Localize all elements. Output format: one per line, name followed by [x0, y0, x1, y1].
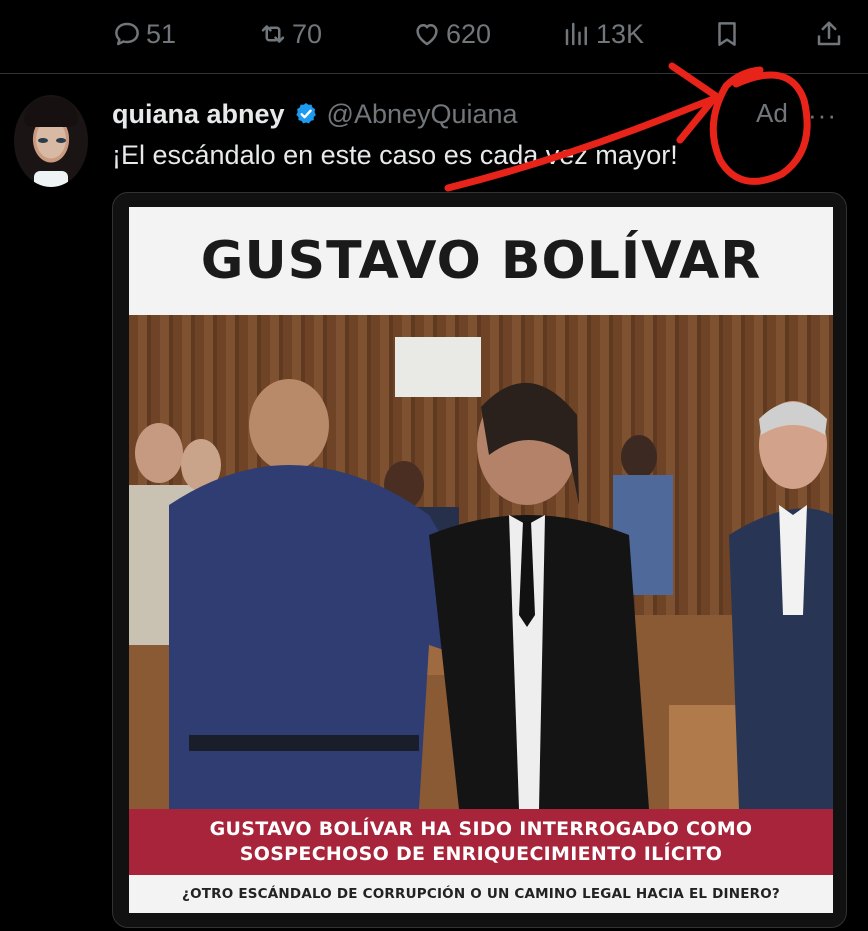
- bookmark-button[interactable]: [712, 14, 742, 54]
- avatar[interactable]: [14, 95, 88, 187]
- courtroom-photo: [129, 315, 833, 809]
- like-count: 620: [446, 18, 492, 49]
- spectator-head: [135, 423, 183, 483]
- reply-count: 51: [146, 18, 177, 49]
- annotation-arrow-head: [668, 62, 720, 144]
- share-button[interactable]: [814, 14, 844, 54]
- views-button[interactable]: 13K: [562, 14, 644, 54]
- poster-subcaption: ¿OTRO ESCÁNDALO DE CORRUPCIÓN O UN CAMIN…: [182, 886, 780, 902]
- courtroom-scene: [129, 379, 833, 809]
- repost-button[interactable]: 70: [258, 14, 322, 54]
- ad-label: Ad: [756, 98, 788, 128]
- officer-belt: [189, 735, 419, 751]
- avatar-shirt: [34, 171, 68, 187]
- tweet-text: ¡El escándalo en este caso es cada vez m…: [112, 140, 678, 170]
- reply-button[interactable]: 51: [112, 14, 176, 54]
- officer-head: [249, 379, 329, 471]
- like-icon: [416, 24, 438, 46]
- right-man-shirt: [779, 505, 807, 615]
- repost-count: 70: [292, 18, 323, 49]
- avatar-hair: [24, 97, 78, 127]
- poster-caption-line-1: GUSTAVO BOLÍVAR HA SIDO INTERROGADO COMO: [209, 818, 753, 840]
- avatar-eye: [56, 138, 66, 143]
- poster-caption-banner: GUSTAVO BOLÍVAR HA SIDO INTERROGADO COMO…: [129, 809, 833, 875]
- verified-badge-icon: [295, 102, 316, 124]
- share-icon: [817, 21, 841, 46]
- reply-icon: [115, 22, 139, 46]
- poster-image: GUSTAVO BOLÍVAR GUSTAVO BOLÍVAR HA SIDO …: [129, 207, 833, 913]
- tweet-action-bar: 51 70 620 13K: [0, 0, 868, 72]
- poster-subcaption-band: ¿OTRO ESCÁNDALO DE CORRUPCIÓN O UN CAMIN…: [129, 875, 833, 913]
- guard-head: [621, 435, 657, 479]
- repost-icon: [261, 25, 285, 43]
- divider: [0, 73, 868, 74]
- avatar-eye: [38, 138, 48, 143]
- poster-caption-line-2: SOSPECHOSO DE ENRIQUECIMIENTO ILÍCITO: [239, 843, 723, 865]
- poster-title: GUSTAVO BOLÍVAR: [200, 231, 762, 291]
- bookmark-icon: [718, 22, 736, 46]
- display-name[interactable]: quiana abney: [112, 99, 285, 130]
- like-button[interactable]: 620: [412, 14, 491, 54]
- user-handle[interactable]: @AbneyQuiana: [327, 99, 518, 130]
- views-count: 13K: [596, 18, 645, 49]
- more-options-button[interactable]: ···: [808, 100, 837, 131]
- poster-title-band: GUSTAVO BOLÍVAR: [129, 207, 833, 315]
- media-card[interactable]: GUSTAVO BOLÍVAR GUSTAVO BOLÍVAR HA SIDO …: [112, 192, 847, 928]
- tweet-header: quiana abney @AbneyQuiana: [112, 96, 518, 132]
- views-icon: [565, 22, 587, 46]
